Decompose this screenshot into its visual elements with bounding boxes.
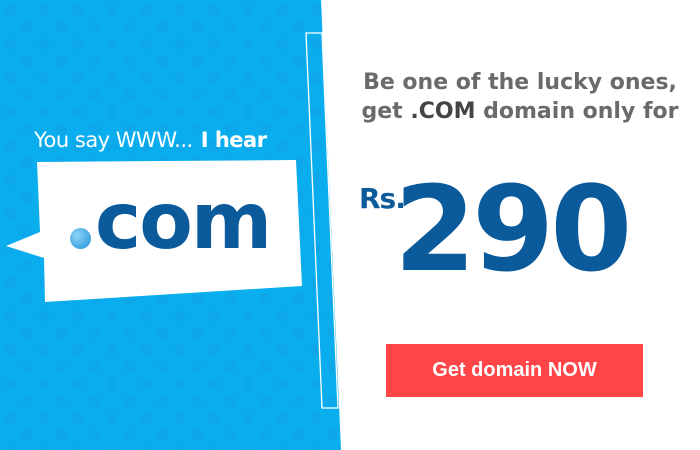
headline-line1: Be one of the lucky ones,: [363, 70, 677, 95]
headline-prefix: get: [361, 99, 403, 124]
tagline-emphasis: I hear: [200, 128, 267, 152]
tagline: You say WWW... I hear: [34, 128, 267, 152]
price-amount: 290: [394, 160, 632, 298]
com-text: com: [95, 177, 272, 267]
headline: Be one of the lucky ones, get .COM domai…: [340, 68, 700, 126]
headline-domain: .COM: [410, 99, 476, 124]
tagline-prefix: You say WWW...: [34, 128, 193, 152]
get-domain-button[interactable]: Get domain NOW: [386, 344, 643, 397]
headline-suffix: domain only for: [483, 99, 679, 124]
headline-line2: get .COM domain only for: [340, 97, 700, 126]
com-logo-text: com: [65, 183, 272, 261]
